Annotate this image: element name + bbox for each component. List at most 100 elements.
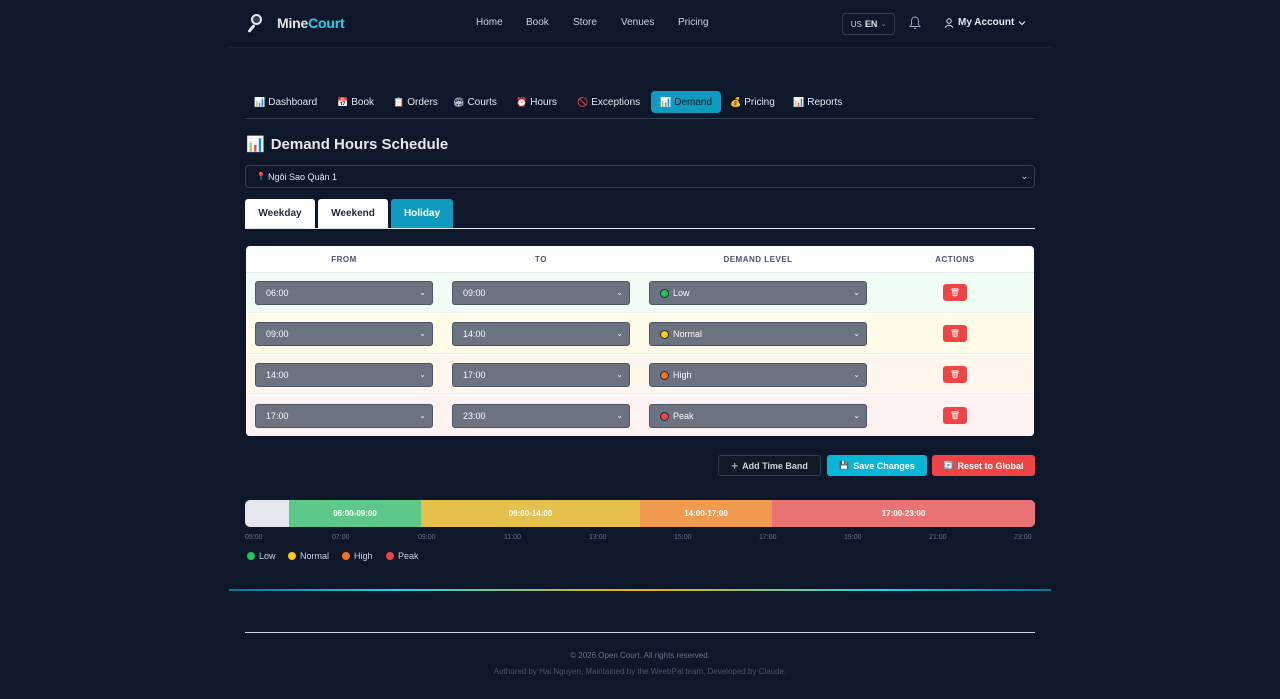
top-navbar: MineCourt Home Book Store Venues Pricing… xyxy=(229,0,1051,48)
chevron-down-icon: ⌄ xyxy=(616,288,623,297)
legend-label: Peak xyxy=(398,551,419,561)
day-type-tabs: Weekday Weekend Holiday xyxy=(245,199,1035,229)
delete-row-button[interactable]: 🗑 xyxy=(943,325,967,342)
tab-label: Dashboard xyxy=(268,96,318,108)
column-header-to: TO xyxy=(535,255,547,264)
legend-dot xyxy=(342,552,350,560)
money-bag-icon: 💰 xyxy=(730,96,742,107)
tab-label: Orders xyxy=(407,96,438,108)
to-time-value: 09:00 xyxy=(463,288,486,298)
tab-orders[interactable]: 📋 Orders xyxy=(384,91,447,113)
demand-level-dot-icon xyxy=(660,370,669,380)
trash-icon: 🗑 xyxy=(949,411,961,420)
tab-hours[interactable]: ⏰ Hours xyxy=(507,91,566,113)
delete-row-button[interactable]: 🗑 xyxy=(943,284,967,301)
decorative-divider xyxy=(229,589,1051,591)
demand-level-select[interactable]: Peak ⌄ xyxy=(649,404,867,428)
admin-tabs: 📊 Dashboard 📅 Book 📋 Orders 🏟 Courts ⏰ Hours … xyxy=(245,91,1035,119)
nav-pricing-link[interactable]: Pricing xyxy=(678,17,709,28)
user-icon xyxy=(944,17,954,28)
table-row: 06:00 ⌄ 09:00 ⌄ Low ⌄ 🗑 xyxy=(246,273,1034,313)
to-time-select[interactable]: 09:00 ⌄ xyxy=(452,281,630,305)
chevron-down-icon: ⌄ xyxy=(853,288,860,297)
reset-to-global-button[interactable]: 🔄 Reset to Global xyxy=(932,455,1035,476)
chart-icon: 📊 xyxy=(793,96,805,107)
tab-weekend[interactable]: Weekend xyxy=(318,199,388,228)
table-row: 14:00 ⌄ 17:00 ⌄ High ⌄ 🗑 xyxy=(246,355,1034,395)
footer-copyright: © 2026 Open Court. All rights reserved. xyxy=(570,651,710,660)
from-time-select[interactable]: 14:00 ⌄ xyxy=(255,363,433,387)
tab-label: Hours xyxy=(530,96,557,108)
demand-level-dot-icon xyxy=(660,329,669,339)
from-time-select[interactable]: 09:00 ⌄ xyxy=(255,322,433,346)
flag-label: US xyxy=(850,19,862,29)
demand-level-select[interactable]: High ⌄ xyxy=(649,363,867,387)
tab-reports[interactable]: 📊 Reports xyxy=(784,91,851,113)
add-time-band-button[interactable]: + Add Time Band xyxy=(718,455,821,476)
chevron-down-icon: ⌄ xyxy=(419,370,426,379)
demand-timeline: 06:00-09:00 09:00-14:00 14:00-17:00 17:0… xyxy=(245,500,1035,527)
tab-label: Demand xyxy=(674,96,713,108)
table-header: FROM TO DEMAND LEVEL ACTIONS xyxy=(246,246,1034,273)
venue-select[interactable]: 📍 Ngôi Sao Quận 1 ⌄ xyxy=(245,165,1035,188)
tab-pricing[interactable]: 💰 Pricing xyxy=(721,91,784,113)
from-time-select[interactable]: 17:00 ⌄ xyxy=(255,404,433,428)
tab-weekday[interactable]: Weekday xyxy=(245,199,315,228)
chevron-down-icon: ⌄ xyxy=(419,329,426,338)
clipboard-icon: 📋 xyxy=(393,96,405,107)
tab-label: Pricing xyxy=(744,96,775,108)
delete-row-button[interactable]: 🗑 xyxy=(943,407,967,424)
tab-demand[interactable]: 📊 Demand xyxy=(651,91,722,113)
demand-level-select[interactable]: Low ⌄ xyxy=(649,281,867,305)
demand-level-select[interactable]: Normal ⌄ xyxy=(649,322,867,346)
plus-icon: + xyxy=(731,458,739,473)
legend-dot xyxy=(386,552,394,560)
chevron-down-icon: ⌄ xyxy=(853,411,860,420)
timeline-tick: 21:00 xyxy=(929,534,947,541)
tab-holiday[interactable]: Holiday xyxy=(391,199,453,228)
save-changes-button[interactable]: 💾 Save Changes xyxy=(827,455,927,476)
legend-label: Normal xyxy=(300,551,330,561)
table-row: 09:00 ⌄ 14:00 ⌄ Normal ⌄ 🗑 xyxy=(246,314,1034,354)
language-select[interactable]: US EN ⌄ xyxy=(842,13,895,35)
from-time-value: 06:00 xyxy=(266,288,289,298)
trash-icon: 🗑 xyxy=(949,329,961,338)
nav-home-link[interactable]: Home xyxy=(476,17,503,28)
to-time-select[interactable]: 14:00 ⌄ xyxy=(452,322,630,346)
tab-dashboard[interactable]: 📊 Dashboard xyxy=(245,91,326,113)
nav-book-link[interactable]: Book xyxy=(526,17,549,28)
prohibited-icon: 🚫 xyxy=(577,96,589,107)
tab-book[interactable]: 📅 Book xyxy=(328,91,383,113)
to-time-value: 14:00 xyxy=(463,329,486,339)
venue-selected-value: Ngôi Sao Quận 1 xyxy=(267,171,338,182)
timeline-tick: 13:00 xyxy=(589,534,607,541)
from-time-select[interactable]: 06:00 ⌄ xyxy=(255,281,433,305)
nav-store-link[interactable]: Store xyxy=(573,17,597,28)
timeline-segment-low: 06:00-09:00 xyxy=(289,500,421,527)
tab-exceptions[interactable]: 🚫 Exceptions xyxy=(568,91,649,113)
floppy-disk-icon: 💾 xyxy=(839,461,850,470)
from-time-value: 09:00 xyxy=(266,329,289,339)
legend-dot xyxy=(288,552,296,560)
to-time-value: 17:00 xyxy=(463,370,486,380)
logo[interactable]: MineCourt xyxy=(247,13,345,33)
trash-icon: 🗑 xyxy=(949,288,961,297)
tab-courts[interactable]: 🏟 Courts xyxy=(444,91,506,113)
page-title-text: Demand Hours Schedule xyxy=(270,135,449,153)
to-time-select[interactable]: 23:00 ⌄ xyxy=(452,404,630,428)
to-time-select[interactable]: 17:00 ⌄ xyxy=(452,363,630,387)
nav-venues-link[interactable]: Venues xyxy=(621,17,654,28)
timeline-segment-high: 14:00-17:00 xyxy=(640,500,772,527)
footer-divider xyxy=(245,632,1035,633)
chevron-down-icon: ⌄ xyxy=(1020,171,1028,181)
pin-icon: 📍 xyxy=(256,172,266,181)
bell-icon[interactable] xyxy=(909,16,921,30)
legend-dot xyxy=(247,552,255,560)
delete-row-button[interactable]: 🗑 xyxy=(943,366,967,383)
timeline-segment-label: 09:00-14:00 xyxy=(508,509,553,518)
account-menu[interactable]: My Account xyxy=(944,17,1026,28)
timeline-tick: 11:00 xyxy=(504,534,521,541)
tab-label: Book xyxy=(351,96,375,108)
legend-label: Low xyxy=(259,551,276,561)
chevron-down-icon: ⌄ xyxy=(616,370,623,379)
